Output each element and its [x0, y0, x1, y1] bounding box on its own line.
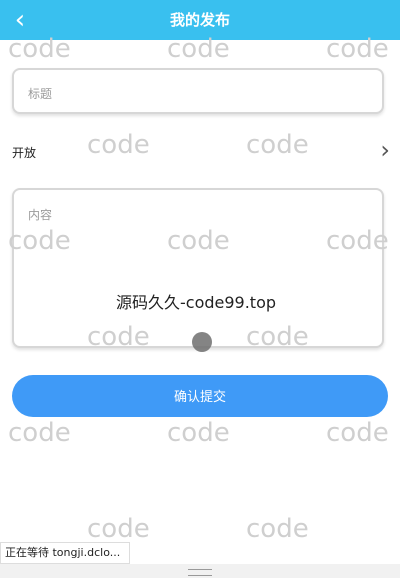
watermark-code: code: [87, 322, 150, 352]
bottom-resize-bar[interactable]: [0, 564, 400, 578]
watermark-code: code: [8, 34, 71, 64]
title-placeholder: 标题: [28, 87, 53, 101]
content-textarea[interactable]: 内容: [12, 188, 384, 348]
watermark-code: code: [326, 34, 389, 64]
chevron-right-icon: ›: [380, 136, 390, 164]
open-setting-row[interactable]: 开放 ›: [12, 136, 390, 164]
content-placeholder: 内容: [28, 208, 53, 222]
promo-watermark-text: 源码久久-code99.top: [116, 293, 277, 312]
submit-button[interactable]: 确认提交: [12, 375, 388, 417]
watermark-code: code: [8, 226, 71, 256]
title-input[interactable]: 标题: [12, 68, 384, 114]
watermark-code: code: [326, 418, 389, 448]
watermark-code: code: [167, 34, 230, 64]
watermark-code: code: [8, 418, 71, 448]
touch-indicator: [192, 332, 212, 352]
watermark-code: code: [167, 418, 230, 448]
watermark-code: code: [326, 226, 389, 256]
page-title: 我的发布: [169, 11, 230, 29]
watermark-code: code: [246, 130, 309, 160]
watermark-code: code: [246, 322, 309, 352]
drag-handle-icon[interactable]: [188, 569, 212, 576]
watermark-code: code: [87, 130, 150, 160]
watermark-code: code: [246, 514, 309, 544]
status-bar-text: 正在等待 tongji.dclo...: [0, 542, 130, 564]
watermark-code: code: [167, 226, 230, 256]
watermark-code: code: [87, 514, 150, 544]
open-label: 开放: [12, 146, 37, 160]
